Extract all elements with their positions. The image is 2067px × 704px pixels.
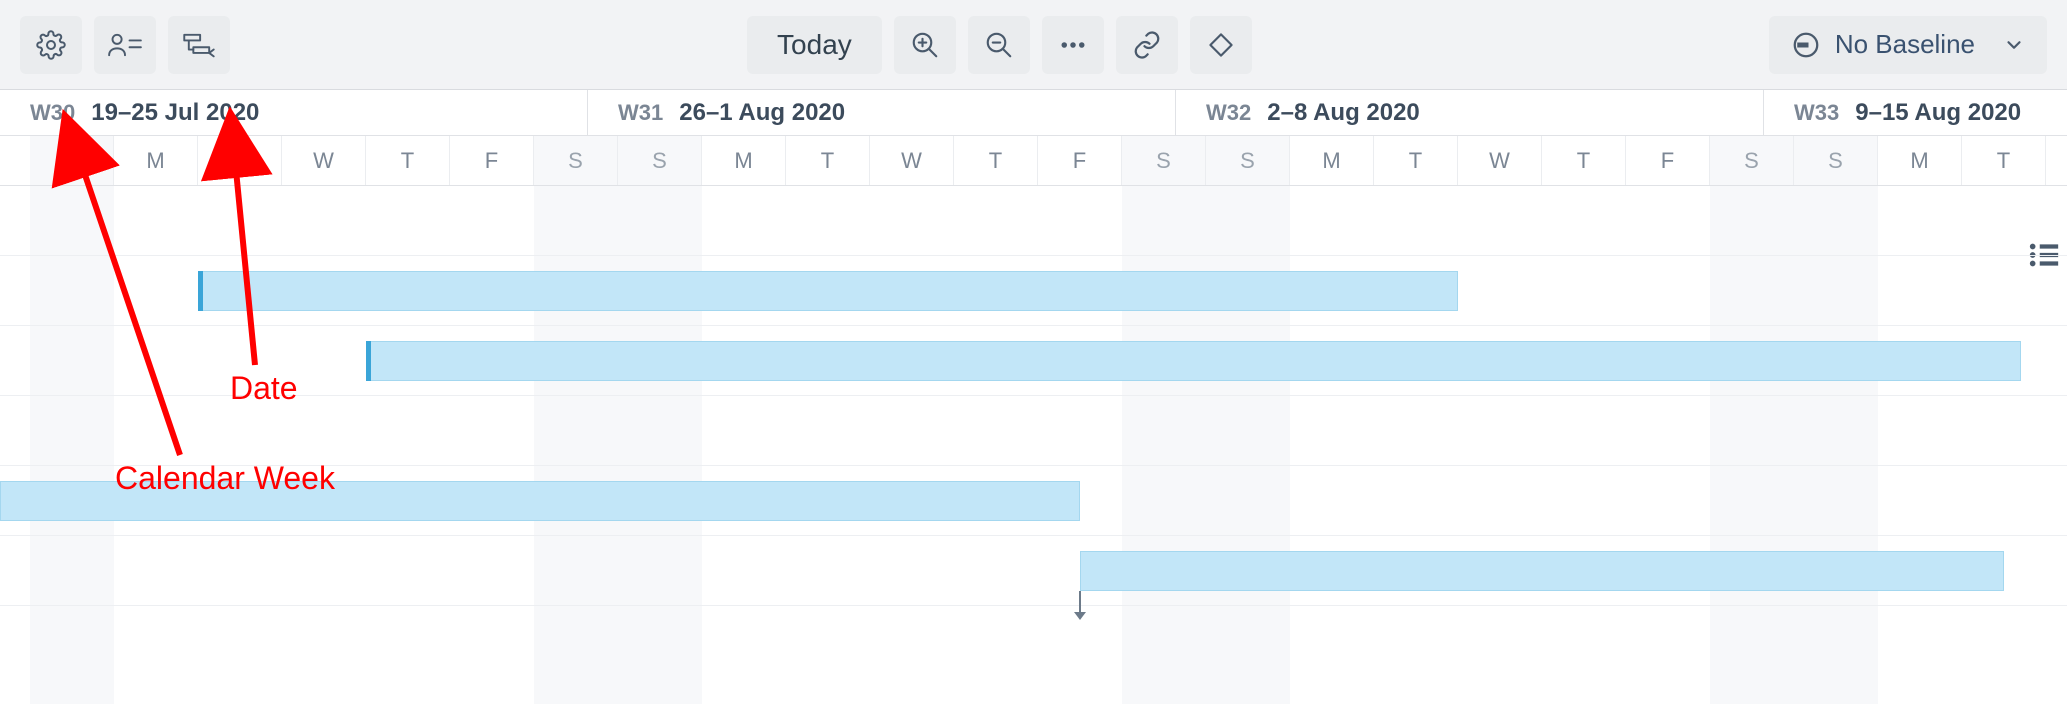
week-header: W30 19–25 Jul 2020 — [0, 90, 588, 135]
expand-collapse-button[interactable] — [168, 16, 230, 74]
chevron-down-icon — [2003, 34, 2025, 56]
gantt-bar[interactable] — [0, 481, 1080, 521]
day-header: T — [1374, 136, 1458, 185]
task-row — [0, 326, 2067, 396]
day-header: S — [30, 136, 114, 185]
day-header: M — [702, 136, 786, 185]
hierarchy-icon — [182, 31, 216, 59]
ellipsis-icon — [1058, 30, 1088, 60]
week-header: W31 26–1 Aug 2020 — [588, 90, 1176, 135]
zoom-out-button[interactable] — [968, 16, 1030, 74]
day-header: W — [282, 136, 366, 185]
day-header: T — [366, 136, 450, 185]
day-header: S — [1122, 136, 1206, 185]
week-range: 9–15 Aug 2020 — [1855, 99, 2021, 127]
more-button[interactable] — [1042, 16, 1104, 74]
day-header: W — [2046, 136, 2067, 185]
week-number: W33 — [1794, 100, 1839, 126]
day-header: T — [198, 136, 282, 185]
baseline-icon — [1791, 30, 1821, 60]
week-number: W31 — [618, 100, 663, 126]
day-header-row: SMTWTFSSMTWTFSSMTWTFSSMTWTFS — [0, 136, 2067, 186]
day-header: S — [618, 136, 702, 185]
day-header: M — [1878, 136, 1962, 185]
baseline-label: No Baseline — [1835, 29, 1975, 60]
settings-button[interactable] — [20, 16, 82, 74]
milestone-button[interactable] — [1190, 16, 1252, 74]
zoom-in-button[interactable] — [894, 16, 956, 74]
gantt-timeline: W30 19–25 Jul 2020 W31 26–1 Aug 2020 W32 2–8 … — [0, 90, 2067, 704]
day-header: F — [1626, 136, 1710, 185]
week-range: 19–25 Jul 2020 — [91, 99, 259, 127]
today-label: Today — [777, 29, 852, 61]
day-header: M — [114, 136, 198, 185]
day-header: S — [1794, 136, 1878, 185]
week-number: W30 — [30, 100, 75, 126]
task-row — [0, 396, 2067, 466]
week-header: W32 2–8 Aug 2020 — [1176, 90, 1764, 135]
zoom-out-icon — [984, 30, 1014, 60]
person-list-icon — [108, 30, 142, 60]
week-header-row: W30 19–25 Jul 2020 W31 26–1 Aug 2020 W32 2–8 … — [0, 90, 2067, 136]
gantt-toolbar: Today — [0, 0, 2067, 90]
task-row — [0, 466, 2067, 536]
week-range: 2–8 Aug 2020 — [1267, 99, 1420, 127]
bar-start-marker — [198, 271, 203, 311]
bar-start-marker — [366, 341, 371, 381]
link-icon — [1132, 30, 1162, 60]
gantt-bar[interactable] — [198, 271, 1458, 311]
resource-view-button[interactable] — [94, 16, 156, 74]
baseline-dropdown[interactable]: No Baseline — [1769, 16, 2047, 74]
task-row — [0, 186, 2067, 256]
day-header: W — [870, 136, 954, 185]
day-header: S — [1206, 136, 1290, 185]
day-header: T — [954, 136, 1038, 185]
day-header: F — [450, 136, 534, 185]
day-header: S — [534, 136, 618, 185]
day-header: W — [1458, 136, 1542, 185]
task-row — [0, 256, 2067, 326]
week-range: 26–1 Aug 2020 — [679, 99, 845, 127]
day-header: T — [1542, 136, 1626, 185]
day-header: M — [1290, 136, 1374, 185]
gantt-body[interactable] — [0, 186, 2067, 704]
week-header: W33 9–15 Aug 2020 — [1764, 90, 2067, 135]
gantt-bar[interactable] — [1080, 551, 2004, 591]
diamond-icon — [1206, 30, 1236, 60]
today-button[interactable]: Today — [747, 16, 882, 74]
task-row — [0, 536, 2067, 606]
zoom-in-icon — [910, 30, 940, 60]
day-header: T — [786, 136, 870, 185]
week-number: W32 — [1206, 100, 1251, 126]
day-header: F — [1038, 136, 1122, 185]
dependency-button[interactable] — [1116, 16, 1178, 74]
gear-icon — [36, 30, 66, 60]
day-header: T — [1962, 136, 2046, 185]
gantt-bar[interactable] — [366, 341, 2021, 381]
day-header: S — [1710, 136, 1794, 185]
